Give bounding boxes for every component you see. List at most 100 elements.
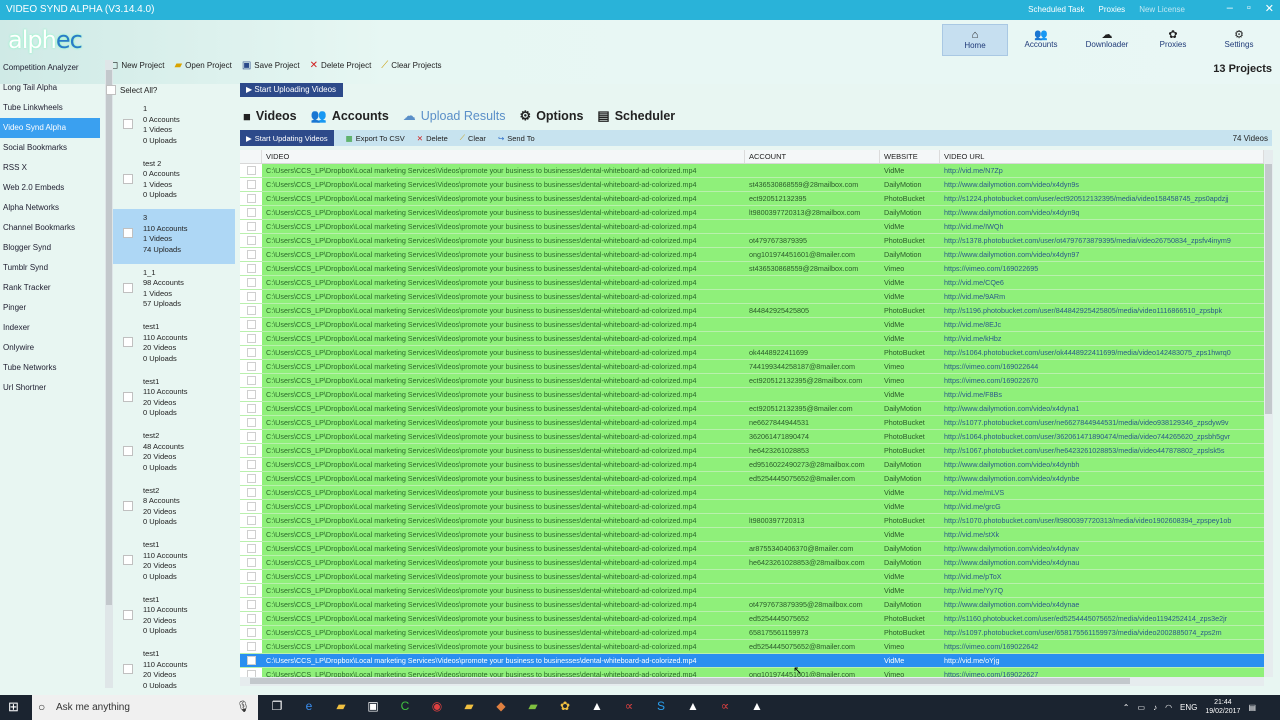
video-url-cell[interactable]: http://s1196.photobucket.com/user/844842…: [940, 304, 1264, 317]
project-checkbox[interactable]: [123, 337, 133, 347]
start-uploading-button[interactable]: ▶ Start Uploading Videos: [240, 83, 343, 97]
chevron-up-icon[interactable]: ⌃: [1123, 703, 1130, 712]
scrollbar-thumb[interactable]: [106, 70, 112, 605]
table-row[interactable]: C:\Users\CCS_LP\Dropbox\Local marketing …: [240, 654, 1264, 668]
table-row[interactable]: C:\Users\CCS_LP\Dropbox\Local marketing …: [240, 332, 1264, 346]
table-row[interactable]: C:\Users\CCS_LP\Dropbox\Local marketing …: [240, 458, 1264, 472]
video-url-cell[interactable]: http://s1064.photobucket.com/user/362061…: [940, 430, 1264, 443]
minimize-button[interactable]: –: [1227, 2, 1233, 15]
app-icon[interactable]: ▲: [588, 699, 606, 713]
microphone-icon[interactable]: 🎙: [236, 695, 250, 720]
row-checkbox[interactable]: [246, 670, 256, 677]
video-url-cell[interactable]: http://www.dailymotion.com/video/x4dynbe: [940, 472, 1264, 485]
open-project-button[interactable]: ▰ Open Project: [174, 60, 231, 71]
table-row[interactable]: C:\Users\CCS_LP\Dropbox\Local marketing …: [240, 528, 1264, 542]
row-checkbox[interactable]: [246, 166, 256, 175]
table-row[interactable]: C:\Users\CCS_LP\Dropbox\Local marketing …: [240, 430, 1264, 444]
project-checkbox[interactable]: [123, 500, 133, 511]
row-checkbox[interactable]: [246, 544, 256, 553]
row-checkbox[interactable]: [246, 502, 256, 511]
nav-home[interactable]: ⌂ Home: [942, 24, 1008, 56]
row-checkbox[interactable]: [246, 446, 256, 455]
volume-icon[interactable]: ♪: [1153, 703, 1157, 712]
tab-scheduler[interactable]: ▤ Scheduler: [597, 108, 675, 124]
row-checkbox[interactable]: [246, 236, 256, 245]
project-checkbox[interactable]: [123, 446, 133, 456]
folder-icon[interactable]: ▰: [460, 699, 478, 713]
video-url-cell[interactable]: http://s1378.photobucket.com/user/ot4797…: [940, 234, 1264, 247]
video-url-cell[interactable]: http://vid.me/grcG: [940, 500, 1264, 513]
maximize-button[interactable]: ▫: [1247, 2, 1251, 15]
row-checkbox[interactable]: [246, 642, 256, 651]
project-card[interactable]: test 20 Accounts 1 Videos 0 Uploads: [113, 155, 235, 210]
notes-icon[interactable]: ▰: [524, 699, 542, 713]
row-checkbox[interactable]: [246, 614, 256, 623]
table-row[interactable]: C:\Users\CCS_LP\Dropbox\Local marketing …: [240, 626, 1264, 640]
app-icon[interactable]: ✿: [556, 699, 574, 713]
row-checkbox[interactable]: [246, 292, 256, 301]
scrollbar-thumb[interactable]: [250, 678, 1130, 684]
scrollbar-thumb[interactable]: [1265, 164, 1272, 414]
tab-options[interactable]: ⚙ Options: [520, 108, 584, 124]
table-row[interactable]: C:\Users\CCS_LP\Dropbox\Local marketing …: [240, 612, 1264, 626]
row-checkbox[interactable]: [246, 558, 256, 567]
row-checkbox[interactable]: [246, 586, 256, 595]
video-url-cell[interactable]: http://s1064.photobucket.com/user/ok4448…: [940, 346, 1264, 359]
table-row[interactable]: C:\Users\CCS_LP\Dropbox\Local marketing …: [240, 164, 1264, 178]
row-checkbox[interactable]: [246, 530, 256, 539]
video-url-cell[interactable]: https://vimeo.com/169022642: [940, 640, 1264, 653]
header-select[interactable]: [240, 150, 262, 163]
save-project-button[interactable]: ▣ Save Project: [242, 60, 300, 71]
table-vertical-scrollbar[interactable]: [1264, 150, 1273, 677]
row-checkbox[interactable]: [246, 376, 256, 385]
sidebar-item-social-bookmarks[interactable]: Social Bookmarks: [0, 138, 100, 158]
table-row[interactable]: C:\Users\CCS_LP\Dropbox\Local marketing …: [240, 346, 1264, 360]
row-checkbox[interactable]: [246, 390, 256, 399]
table-row[interactable]: C:\Users\CCS_LP\Dropbox\Local marketing …: [240, 220, 1264, 234]
video-url-cell[interactable]: https://vimeo.com/169022627: [940, 668, 1264, 677]
project-card[interactable]: test1 110 Accounts 20 Videos 0 Uploads: [113, 318, 235, 373]
video-url-cell[interactable]: http://vid.me/N7Zp: [940, 164, 1264, 177]
row-checkbox[interactable]: [246, 348, 256, 357]
camtasia-icon[interactable]: C: [396, 699, 414, 713]
table-row[interactable]: C:\Users\CCS_LP\Dropbox\Local marketing …: [240, 598, 1264, 612]
table-row[interactable]: C:\Users\CCS_LP\Dropbox\Local marketing …: [240, 388, 1264, 402]
sidebar-item-url-shortner[interactable]: Url Shortner: [0, 378, 100, 398]
row-checkbox[interactable]: [246, 628, 256, 637]
row-checkbox[interactable]: [246, 250, 256, 259]
file-explorer-icon[interactable]: ▰: [332, 699, 350, 713]
project-card[interactable]: 10 Accounts 1 Videos 0 Uploads: [113, 100, 235, 155]
video-url-cell[interactable]: http://www.dailymotion.com/video/x4dyn9s: [940, 178, 1264, 191]
table-row[interactable]: C:\Users\CCS_LP\Dropbox\Local marketing …: [240, 248, 1264, 262]
row-checkbox[interactable]: [246, 460, 256, 469]
video-url-cell[interactable]: https://vimeo.com/169022695: [940, 262, 1264, 275]
sidebar-item-video-synd-alpha[interactable]: Video Synd Alpha: [0, 118, 100, 138]
table-row[interactable]: C:\Users\CCS_LP\Dropbox\Local marketing …: [240, 444, 1264, 458]
export-csv-button[interactable]: ▦ Export To CSV: [346, 134, 405, 143]
table-row[interactable]: C:\Users\CCS_LP\Dropbox\Local marketing …: [240, 304, 1264, 318]
project-card[interactable]: test1 110 Accounts 20 Videos 0 Uploads: [113, 645, 235, 688]
sidebar-item-rank-tracker[interactable]: Rank Tracker: [0, 278, 100, 298]
table-row[interactable]: C:\Users\CCS_LP\Dropbox\Local marketing …: [240, 178, 1264, 192]
nav-accounts[interactable]: 👥 Accounts: [1008, 24, 1074, 56]
project-card[interactable]: 1_1 98 Accounts 1 Videos 57 Uploads: [113, 264, 235, 319]
table-row[interactable]: C:\Users\CCS_LP\Dropbox\Local marketing …: [240, 318, 1264, 332]
app-icon[interactable]: ◆: [492, 699, 510, 713]
scheduled-task-link[interactable]: Scheduled Task: [1028, 5, 1084, 14]
row-checkbox[interactable]: [246, 474, 256, 483]
select-all-checkbox[interactable]: [106, 85, 116, 95]
project-card[interactable]: 3 110 Accounts 1 Videos 74 Uploads: [113, 209, 235, 264]
project-card[interactable]: test1 110 Accounts 20 Videos 0 Uploads: [113, 373, 235, 428]
sidebar-item-tube-networks[interactable]: Tube Networks: [0, 358, 100, 378]
video-url-cell[interactable]: http://s1224.photobucket.com/user/ect920…: [940, 192, 1264, 205]
project-card[interactable]: test1 110 Accounts 20 Videos 0 Uploads: [113, 591, 235, 646]
clear-button[interactable]: ⟋ Clear: [460, 133, 486, 143]
project-checkbox[interactable]: [123, 228, 133, 238]
project-checkbox[interactable]: [123, 173, 133, 184]
video-url-cell[interactable]: http://www.dailymotion.com/video/x4dyn97: [940, 248, 1264, 261]
video-url-cell[interactable]: https://vimeo.com/169022644: [940, 360, 1264, 373]
tab-videos[interactable]: ■ Videos: [243, 108, 297, 124]
proxies-link[interactable]: Proxies: [1099, 5, 1126, 14]
sidebar-item-indexer[interactable]: Indexer: [0, 318, 100, 338]
video-url-cell[interactable]: http://www.dailymotion.com/video/x4dynav: [940, 542, 1264, 555]
